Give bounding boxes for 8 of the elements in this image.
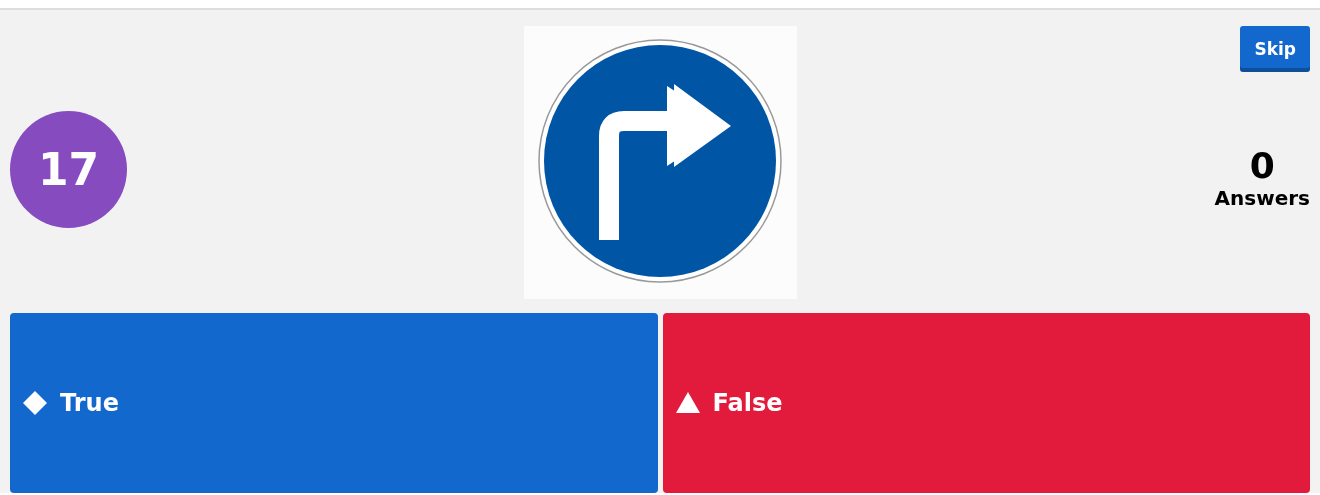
answers-label: Answers [1214,186,1310,210]
triangle-icon [674,390,701,416]
question-number: 17 [10,111,127,228]
answers-count: 0 [1249,146,1275,186]
answer-button[interactable]: False [662,313,1310,493]
answer-button[interactable]: True [10,313,658,493]
diamond-icon [22,390,48,416]
skip-button[interactable]: Skip [1240,26,1310,72]
